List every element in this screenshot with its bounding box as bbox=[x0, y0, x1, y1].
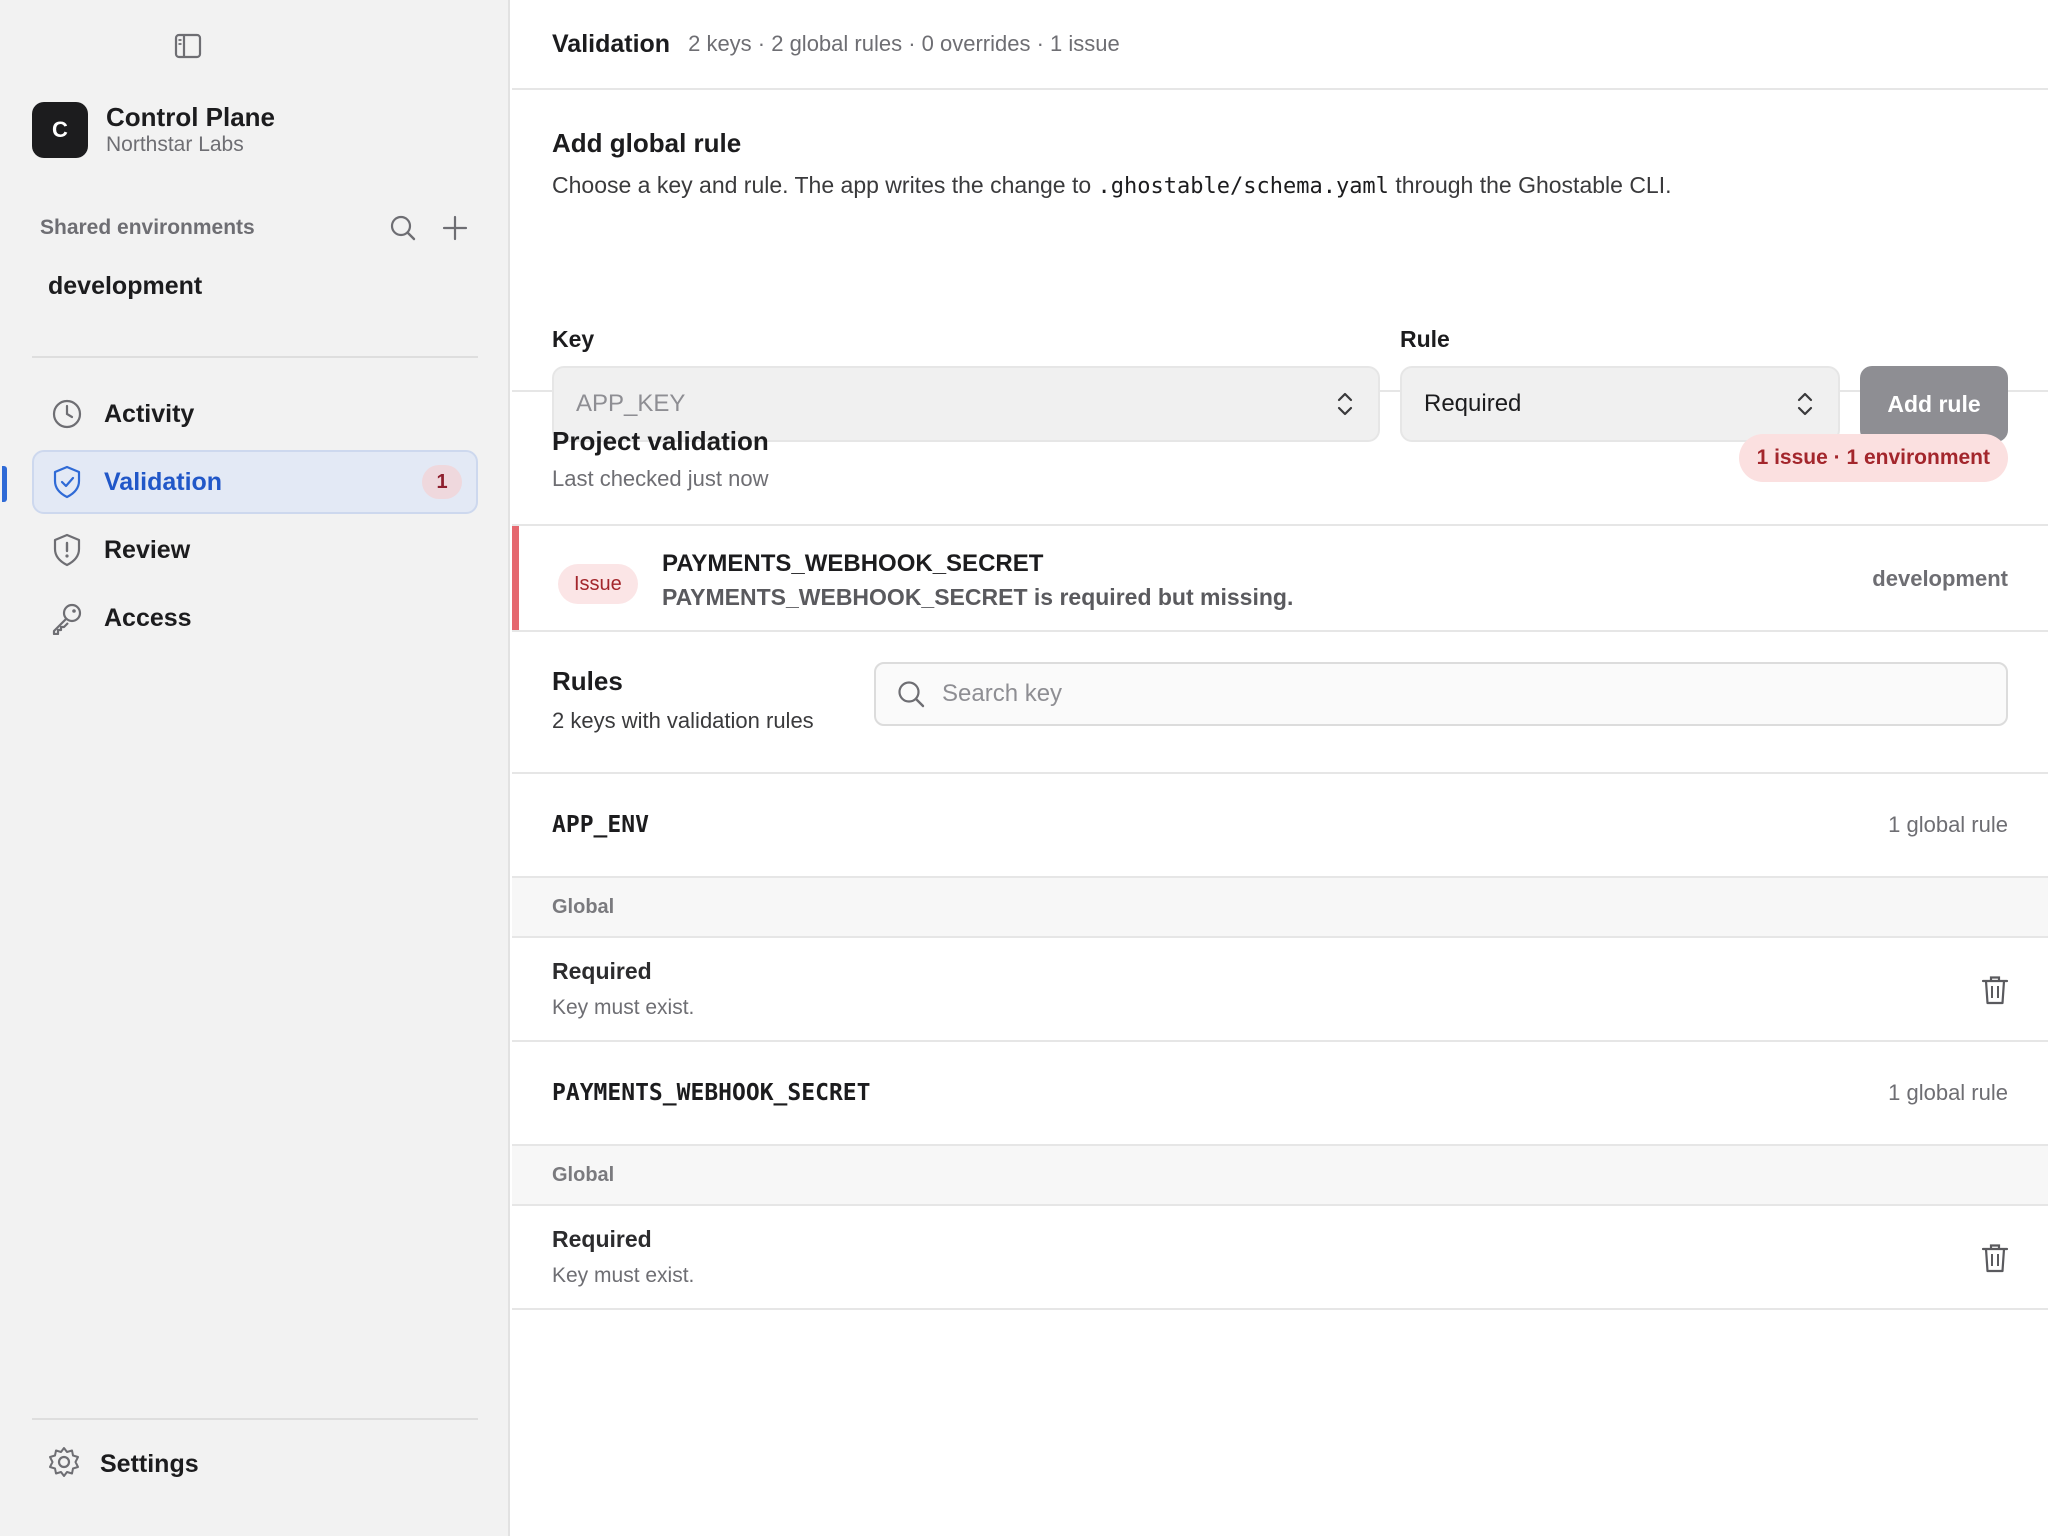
issue-message: PAYMENTS_WEBHOOK_SECRET is required but … bbox=[662, 584, 1294, 610]
page-summary: 2 keys · 2 global rules · 0 overrides · … bbox=[688, 31, 1120, 56]
shared-environments-label: Shared environments bbox=[40, 216, 255, 239]
rule-row: Required Key must exist. bbox=[512, 938, 2048, 1042]
add-global-rule-section: Add global rule Choose a key and rule. T… bbox=[512, 90, 2048, 442]
shield-alert-icon bbox=[50, 533, 84, 567]
rule-description: Key must exist. bbox=[552, 996, 695, 1019]
sidebar-nav: Activity Validation 1 Review Access bbox=[2, 382, 478, 654]
add-rule-title: Add global rule bbox=[552, 128, 742, 158]
key-icon bbox=[50, 601, 84, 635]
key-label: Key bbox=[552, 326, 595, 352]
app-avatar: C bbox=[32, 102, 88, 158]
rule-label: Rule bbox=[1400, 326, 1450, 352]
issue-tag: Issue bbox=[558, 564, 638, 604]
rules-header: Rules 2 keys with validation rules bbox=[512, 632, 2048, 774]
main-content: Validation 2 keys · 2 global rules · 0 o… bbox=[512, 0, 2048, 1536]
sidebar-item-review[interactable]: Review bbox=[32, 518, 478, 582]
issue-summary-badge: 1 issue · 1 environment bbox=[1738, 434, 2008, 482]
rule-scope-header: Global bbox=[512, 1146, 2048, 1206]
sidebar-item-label: Validation bbox=[104, 467, 223, 496]
rule-key-row[interactable]: APP_ENV 1 global rule bbox=[512, 774, 2048, 878]
search-icon[interactable] bbox=[388, 213, 418, 243]
trash-icon[interactable] bbox=[1980, 1242, 2010, 1274]
clock-icon bbox=[50, 397, 84, 431]
search-key-field[interactable] bbox=[874, 662, 2008, 726]
environment-item-development[interactable]: development bbox=[48, 272, 202, 301]
page-title: Validation bbox=[552, 29, 671, 58]
rule-key-row[interactable]: PAYMENTS_WEBHOOK_SECRET 1 global rule bbox=[512, 1042, 2048, 1146]
sidebar-item-settings[interactable]: Settings bbox=[48, 1446, 199, 1483]
issue-row[interactable]: Issue PAYMENTS_WEBHOOK_SECRET PAYMENTS_W… bbox=[512, 526, 2048, 632]
project-validation-section: Project validation Last checked just now… bbox=[512, 392, 2048, 526]
rule-description: Key must exist. bbox=[552, 1264, 695, 1287]
sidebar-item-label: Activity bbox=[104, 399, 195, 428]
issue-indicator-bar bbox=[512, 526, 519, 630]
rules-subtitle: 2 keys with validation rules bbox=[552, 708, 814, 733]
shared-environments-header: Shared environments bbox=[40, 208, 470, 248]
schema-path: .ghostable/schema.yaml bbox=[1097, 174, 1389, 199]
rule-row: Required Key must exist. bbox=[512, 1206, 2048, 1310]
app-title: Control Plane bbox=[106, 102, 276, 132]
page-header: Validation 2 keys · 2 global rules · 0 o… bbox=[512, 0, 2048, 90]
search-icon bbox=[898, 681, 925, 708]
project-validation-title: Project validation bbox=[552, 426, 769, 456]
sidebar-item-access[interactable]: Access bbox=[32, 586, 478, 650]
issue-environment: development bbox=[1872, 566, 2008, 591]
rule-name: Required bbox=[552, 958, 652, 984]
search-key-input[interactable] bbox=[942, 680, 1842, 708]
sidebar-item-validation[interactable]: Validation 1 bbox=[2, 450, 478, 514]
sidebar: C Control Plane Northstar Labs Shared en… bbox=[0, 0, 510, 1536]
sidebar-divider bbox=[32, 356, 478, 358]
active-indicator bbox=[2, 466, 7, 502]
trash-icon[interactable] bbox=[1980, 974, 2010, 1006]
add-environment-plus-icon[interactable] bbox=[440, 213, 470, 243]
app-subtitle: Northstar Labs bbox=[106, 133, 244, 156]
rules-title: Rules bbox=[552, 666, 623, 696]
sidebar-item-activity[interactable]: Activity bbox=[32, 382, 478, 446]
sidebar-item-label: Access bbox=[104, 603, 192, 632]
app-switcher[interactable]: C Control Plane Northstar Labs bbox=[32, 102, 275, 158]
rule-key-count: 1 global rule bbox=[1888, 812, 2008, 837]
shield-check-icon bbox=[50, 465, 84, 499]
issue-count-badge: 1 bbox=[422, 465, 462, 499]
rule-scope-header: Global bbox=[512, 878, 2048, 938]
gear-icon bbox=[48, 1446, 80, 1483]
rule-key-name: APP_ENV bbox=[552, 812, 649, 838]
sidebar-divider bbox=[32, 1418, 478, 1420]
settings-label: Settings bbox=[100, 1450, 199, 1478]
rule-key-count: 1 global rule bbox=[1888, 1080, 2008, 1105]
sidebar-item-label: Review bbox=[104, 535, 191, 564]
last-checked-text: Last checked just now bbox=[552, 466, 769, 491]
rule-name: Required bbox=[552, 1226, 652, 1252]
issue-key: PAYMENTS_WEBHOOK_SECRET bbox=[662, 550, 1044, 577]
add-rule-description: Choose a key and rule. The app writes th… bbox=[552, 172, 1672, 199]
rule-key-name: PAYMENTS_WEBHOOK_SECRET bbox=[552, 1080, 871, 1106]
rules-list: APP_ENV 1 global rule Global Required Ke… bbox=[512, 774, 2048, 1310]
sidebar-toggle-icon[interactable] bbox=[172, 30, 204, 62]
